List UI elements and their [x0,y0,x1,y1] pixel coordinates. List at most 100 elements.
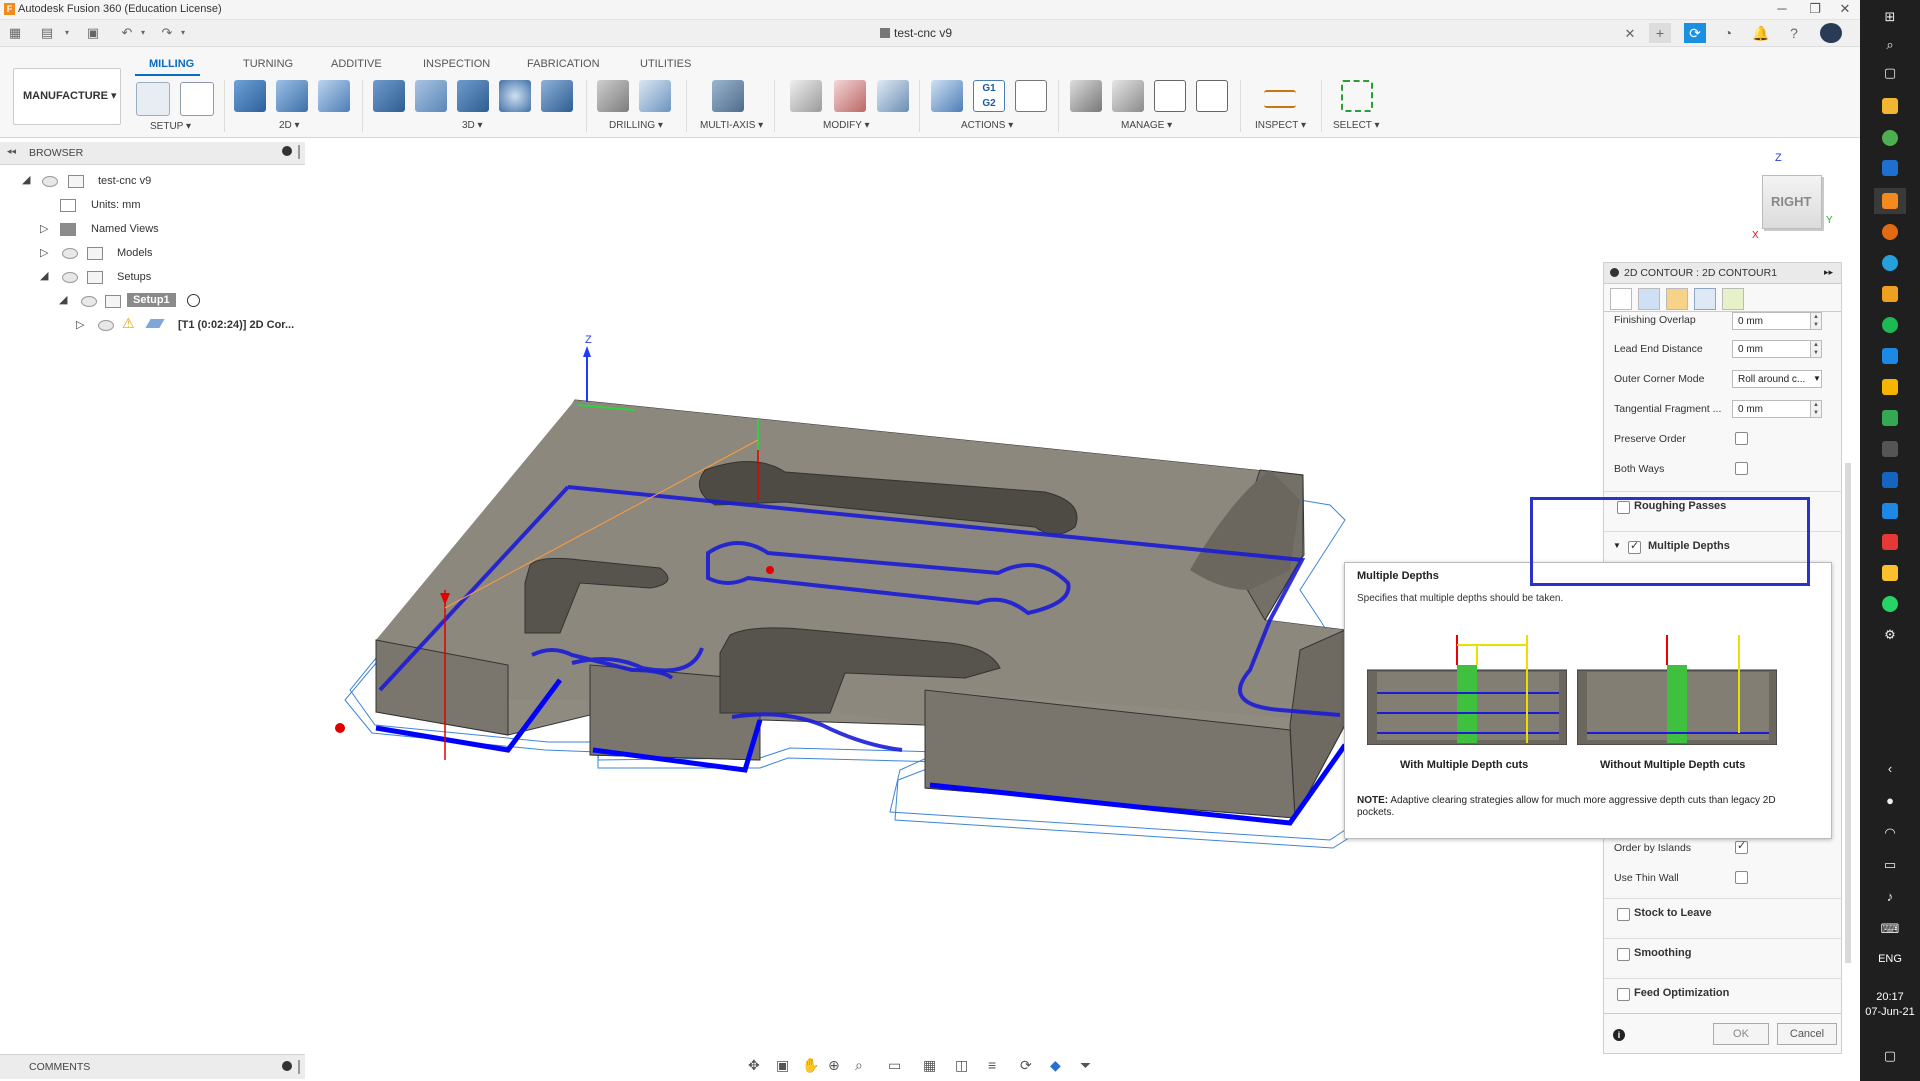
tab-linking-icon[interactable] [1722,288,1744,310]
collapse-browser-icon[interactable]: ◂◂ [7,146,16,157]
dialog-scrollbar[interactable] [1845,463,1851,963]
vlc-icon[interactable] [1882,286,1898,302]
refresh-view-icon[interactable]: ⟳ [1020,1057,1032,1074]
dialog-expand-icon[interactable]: ▸▸ [1824,267,1833,278]
close-window-button[interactable]: ✕ [1830,1,1860,17]
post-process-g1g2-icon[interactable]: G1 G2 [973,80,1005,112]
group-inspect-label[interactable]: INSPECT ▾ [1255,120,1306,131]
new-tab-icon[interactable]: + [1649,23,1671,43]
save-icon[interactable]: ▣ [84,24,102,42]
tool-library-icon[interactable] [1070,80,1102,112]
both-ways-checkbox[interactable] [1735,462,1748,475]
windows-start-icon[interactable]: ⊞ [1878,6,1902,28]
section-smoothing[interactable]: Smoothing [1604,938,1841,969]
3d-pocket-icon[interactable] [415,80,447,112]
chrome-icon[interactable] [1882,130,1898,146]
tab-milling[interactable]: MILLING [149,58,194,70]
add-comment-icon[interactable] [282,1061,292,1071]
view-cube[interactable]: RIGHT [1762,175,1822,229]
orbit-icon[interactable]: ✥ [748,1057,760,1074]
tree-node-operation[interactable]: ▷ ⚠ [T1 (0:02:24)] 2D Cor... [0,314,305,336]
group-3d-label[interactable]: 3D ▾ [462,120,483,131]
post-library-icon[interactable] [1154,80,1186,112]
tab-inspection[interactable]: INSPECTION [423,58,490,70]
settings-gear-icon[interactable]: ⚙ [1878,624,1902,646]
section-analysis-icon[interactable]: ≡ [988,1057,996,1073]
tab-fabrication[interactable]: FABRICATION [527,58,600,70]
action-center-icon[interactable]: ▢ [1878,1045,1902,1067]
group-actions-label[interactable]: ACTIONS ▾ [961,120,1013,131]
visibility-eye-icon[interactable] [62,248,78,259]
app-blue2-icon[interactable] [1882,472,1898,488]
lead-end-distance-input[interactable]: 0 mm [1732,340,1812,358]
trim-toolpath-icon[interactable] [790,80,822,112]
tangential-fragment-input[interactable]: 0 mm [1732,400,1812,418]
app-circle-icon[interactable] [1882,255,1898,271]
collapse-triangle-icon[interactable]: ◢ [59,293,67,306]
drill-icon[interactable] [597,80,629,112]
tree-node-root[interactable]: ◢ test-cnc v9 [0,170,305,192]
group-select-label[interactable]: SELECT ▾ [1333,120,1380,131]
tab-additive[interactable]: ADDITIVE [331,58,382,70]
zoom-icon[interactable]: ⊕ [828,1057,840,1074]
browser-resize-handle[interactable] [298,145,300,159]
viewports-icon[interactable]: ◫ [955,1057,968,1074]
battery-icon[interactable]: ▭ [1878,854,1902,876]
tangential-fragment-spinner[interactable]: ▲ ▼ [1810,400,1822,418]
app-dark-icon[interactable] [1882,441,1898,457]
spotify-icon[interactable] [1882,317,1898,333]
group-drilling-label[interactable]: DRILLING ▾ [609,120,663,131]
extensions-icon[interactable]: ◔ [1717,23,1739,43]
workspace-switcher-button[interactable]: MANUFACTURE ▾ [13,68,121,125]
help-icon[interactable]: ? [1783,23,1805,43]
measure-icon[interactable] [1264,90,1296,108]
info-icon[interactable]: i [1613,1029,1625,1041]
pan-hand-icon[interactable]: ✋ [802,1057,819,1074]
sticky-notes-icon[interactable] [1882,565,1898,581]
group-2d-label[interactable]: 2D ▾ [279,120,300,131]
expand-triangle-icon[interactable]: ▷ [40,246,48,259]
search-icon[interactable]: ⌕ [1878,34,1902,56]
blender-icon[interactable] [1882,224,1898,240]
group-multi-axis-label[interactable]: MULTI-AXIS ▾ [700,120,763,131]
steep-shallow-icon[interactable] [457,80,489,112]
new-setup-icon[interactable] [136,82,170,116]
visibility-eye-icon[interactable] [62,272,78,283]
display-settings-icon[interactable]: ▭ [888,1057,901,1074]
tab-utilities[interactable]: UTILITIES [640,58,691,70]
look-at-icon[interactable]: ▣ [776,1057,789,1074]
expand-triangle-icon[interactable]: ▷ [40,222,48,235]
tree-node-setup1[interactable]: ◢ Setup1 [0,290,305,312]
tab-passes-icon[interactable] [1694,288,1716,310]
fusion-360-taskbar-icon[interactable] [1882,193,1898,209]
notifications-bell-icon[interactable]: 🔔 [1750,23,1772,43]
ok-button[interactable]: OK [1713,1023,1769,1045]
app-notes-icon[interactable] [1882,348,1898,364]
machine-library-icon[interactable] [1112,80,1144,112]
collapse-triangle-icon[interactable]: ◢ [22,173,30,186]
dropdown-arrow-icon[interactable]: ▼ [1813,374,1821,383]
tray-app-icon[interactable]: ● [1878,790,1902,812]
move-toolpath-icon[interactable] [877,80,909,112]
drive-icon[interactable] [1882,410,1898,426]
keyboard-icon[interactable]: ⌨ [1878,918,1902,940]
finishing-overlap-spinner[interactable]: ▲ ▼ [1810,312,1822,330]
expand-triangle-icon[interactable]: ▷ [76,318,84,331]
show-hidden-icons-chevron[interactable]: ‹ [1878,758,1902,780]
close-tab-icon[interactable]: ✕ [1621,25,1639,43]
browser-options-icon[interactable] [282,146,292,156]
filter-icon[interactable]: ⏷ [1080,1057,1091,1074]
tree-node-setups[interactable]: ◢ Setups [0,266,305,288]
zoom-window-icon[interactable]: ⌕ [855,1057,863,1074]
task-view-icon[interactable]: ▢ [1878,62,1902,84]
document-tab[interactable]: test-cnc v9 [880,26,952,40]
2d-pocket-icon[interactable] [276,80,308,112]
tree-node-models[interactable]: ▷ Models [0,242,305,264]
youtube-icon[interactable] [1882,534,1898,550]
outer-corner-mode-select[interactable]: Roll around c... [1732,370,1822,388]
smoothing-checkbox[interactable] [1617,948,1630,961]
group-setup-label[interactable]: SETUP ▾ [150,121,191,132]
job-status-icon[interactable]: ⟳ [1684,23,1706,43]
user-avatar[interactable] [1820,23,1842,43]
undo-dropdown-icon[interactable]: ▾ [134,24,152,42]
